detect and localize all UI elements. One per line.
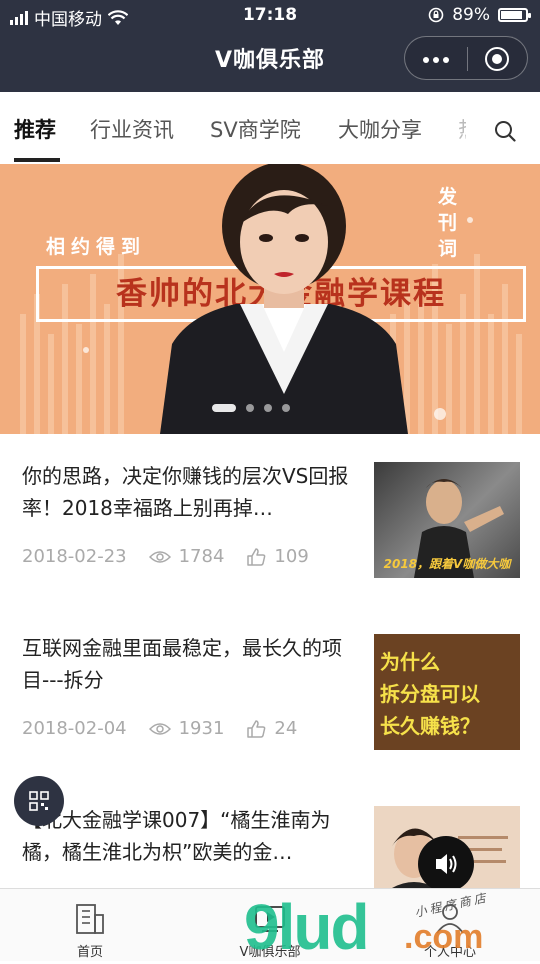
like-icon <box>247 719 266 738</box>
article-likes: 109 <box>274 546 309 567</box>
building-icon <box>76 904 104 934</box>
more-button[interactable] <box>423 57 449 63</box>
thumbnail-line: 拆分盘可以 <box>380 682 480 706</box>
qr-code-icon <box>29 791 49 811</box>
thumbnail-line: 长久赚钱？ <box>380 714 480 738</box>
carousel-dot[interactable] <box>246 404 254 412</box>
article-thumbnail: 2018，跟着V咖做大咖 <box>374 462 520 578</box>
article-item[interactable]: 你的思路，决定你赚钱的层次VS回报率！2018幸福路上别再掉… 2018-02-… <box>0 434 540 607</box>
article-meta: 2018-02-04 1931 24 <box>22 718 297 739</box>
views-icon <box>148 550 171 563</box>
article-views: 1784 <box>178 546 225 567</box>
close-mini-program-button[interactable] <box>485 47 509 71</box>
article-views: 1931 <box>178 718 225 739</box>
status-bar: 中国移动 17:18 89% <box>0 0 540 32</box>
mini-program-capsule <box>404 36 528 80</box>
presenter-portrait <box>160 164 408 434</box>
tabbar-home[interactable]: 首页 <box>0 889 180 961</box>
thumbnail-line: 为什么 <box>380 650 440 674</box>
battery-icon <box>498 8 531 22</box>
tab-industry-news[interactable]: 行业资讯 <box>90 114 174 144</box>
battery-percent: 89% <box>452 5 490 25</box>
speaker-icon <box>436 854 457 874</box>
active-tab-indicator <box>14 158 60 162</box>
thumbnail-caption: 2018，跟着V咖做大咖 <box>383 557 511 571</box>
tab-sv-business-school[interactable]: SV商学院 <box>210 114 301 144</box>
top-bar: 中国移动 17:18 89% V咖俱乐部 <box>0 0 540 92</box>
article-date: 2018-02-04 <box>22 718 127 739</box>
watermark-logo: 9lud <box>244 891 370 963</box>
article-item[interactable]: 互联网金融里面最稳定，最长久的项目---拆分 2018-02-04 1931 2… <box>0 606 540 779</box>
article-title: 互联网金融里面最稳定，最长久的项目---拆分 <box>22 636 342 692</box>
article-meta: 2018-02-23 1784 109 <box>22 546 309 567</box>
category-tabs: 推荐 行业资讯 SV商学院 大咖分享 热 <box>0 92 540 165</box>
rotation-lock-icon <box>428 7 444 23</box>
tab-recommended[interactable]: 推荐 <box>14 114 56 144</box>
audio-button[interactable] <box>418 836 474 892</box>
carousel-dot[interactable] <box>282 404 290 412</box>
views-icon <box>148 722 171 735</box>
carousel-dot[interactable] <box>212 404 236 412</box>
qr-code-button[interactable] <box>14 776 64 826</box>
article-title: 你的思路，决定你赚钱的层次VS回报率！2018幸福路上别再掉… <box>22 464 349 520</box>
article-date: 2018-02-23 <box>22 546 127 567</box>
carousel-dot[interactable] <box>264 404 272 412</box>
article-thumbnail: 为什么 拆分盘可以 长久赚钱？ <box>374 634 520 750</box>
tabbar-label: 首页 <box>76 945 103 960</box>
carousel-indicator <box>212 404 290 412</box>
article-title: 【北大金融学课007】“橘生淮南为橘，橘生淮北为枳”欧美的金… <box>22 808 331 864</box>
tab-hot[interactable]: 热 <box>458 114 466 144</box>
like-icon <box>247 547 266 566</box>
tab-expert-sharing[interactable]: 大咖分享 <box>338 114 422 144</box>
search-icon[interactable] <box>494 120 516 142</box>
banner-carousel[interactable]: 相约得到 发刊词 香帅的北大金融学课程 <box>0 164 540 434</box>
watermark-suffix: .com <box>404 918 484 956</box>
article-likes: 24 <box>274 718 298 739</box>
